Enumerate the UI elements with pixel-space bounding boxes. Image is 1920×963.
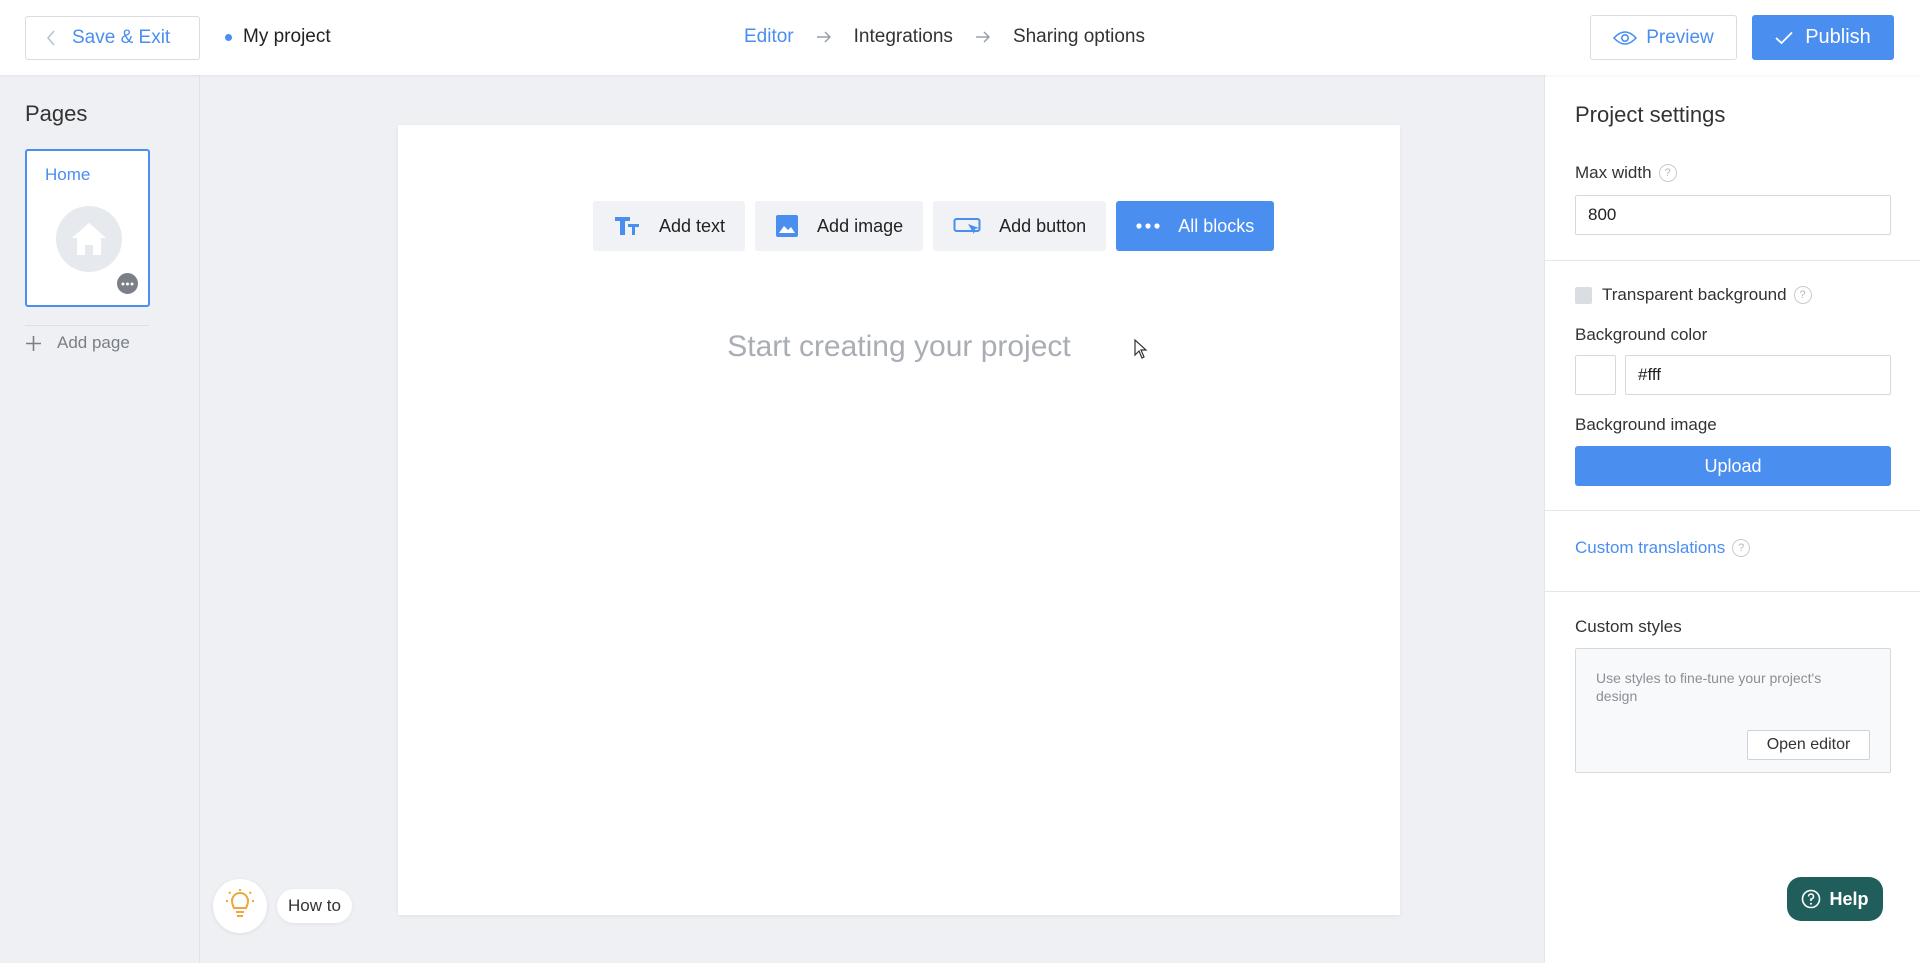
add-page-label: Add page [57, 333, 130, 352]
image-icon [776, 215, 799, 237]
check-icon [1775, 31, 1793, 44]
home-icon [56, 206, 122, 272]
mouse-cursor-icon [1134, 339, 1148, 359]
page-label: Home [45, 165, 91, 184]
panel-divider [1545, 510, 1920, 511]
add-text-button[interactable]: Add text [593, 201, 746, 251]
custom-styles-box: Use styles to fine-tune your project's d… [1575, 648, 1891, 773]
upload-button[interactable]: Upload [1575, 446, 1891, 486]
chevron-left-icon [46, 30, 55, 46]
max-width-label-text: Max width [1575, 163, 1652, 182]
pages-title: Pages [25, 101, 88, 126]
background-color-label: Background color [1575, 325, 1708, 344]
panel-divider [1545, 591, 1920, 592]
all-blocks-label: All blocks [1178, 215, 1255, 236]
editor-canvas[interactable]: Add text Add image Add button All blocks… [398, 125, 1400, 915]
lightbulb-icon[interactable] [213, 879, 267, 933]
custom-translations-link[interactable]: Custom translations [1575, 538, 1725, 558]
help-label: Help [1829, 888, 1869, 909]
help-button[interactable]: Help [1787, 877, 1883, 921]
background-color-input[interactable]: #fff [1625, 355, 1891, 395]
transparent-background-row[interactable]: Transparent background ? [1575, 285, 1812, 305]
publish-label: Publish [1805, 26, 1871, 48]
save-exit-label: Save & Exit [72, 27, 171, 48]
project-name[interactable]: My project [225, 26, 331, 48]
panel-divider [1545, 260, 1920, 261]
question-circle-icon [1802, 889, 1821, 909]
add-text-label: Add text [659, 215, 726, 236]
step-sharing-options[interactable]: Sharing options [1013, 26, 1145, 48]
eye-icon [1613, 30, 1638, 45]
pages-sidebar: Pages Home Add page [0, 75, 200, 963]
step-integrations[interactable]: Integrations [854, 26, 953, 48]
help-icon[interactable]: ? [1793, 286, 1812, 304]
open-editor-button[interactable]: Open editor [1747, 730, 1870, 760]
preview-button[interactable]: Preview [1590, 15, 1737, 60]
status-dot [225, 33, 232, 41]
top-bar: Save & Exit My project Editor Integratio… [0, 0, 1920, 75]
transparent-background-label: Transparent background [1602, 285, 1787, 304]
help-icon[interactable]: ? [1658, 164, 1677, 182]
preview-label: Preview [1646, 26, 1714, 48]
step-editor[interactable]: Editor [744, 26, 794, 48]
how-to-label[interactable]: How to [277, 889, 352, 923]
max-width-label: Max width ? [1575, 163, 1677, 183]
custom-styles-description: Use styles to fine-tune your project's d… [1596, 670, 1822, 704]
add-button-button[interactable]: Add button [933, 201, 1107, 251]
text-icon [615, 217, 639, 235]
sidebar-divider [25, 325, 149, 326]
canvas-placeholder: Start creating your project [727, 330, 1071, 363]
add-button-label: Add button [999, 215, 1087, 236]
add-page-button[interactable]: Add page [25, 333, 130, 353]
page-thumbnail-home[interactable]: Home [25, 149, 150, 307]
step-navigation: Editor Integrations Sharing options [744, 26, 1145, 48]
block-toolbar: Add text Add image Add button All blocks [593, 201, 1275, 251]
save-exit-button[interactable]: Save & Exit [25, 16, 200, 60]
page-options-icon[interactable] [115, 271, 140, 296]
more-icon [1136, 223, 1160, 229]
how-to-widget[interactable]: How to [213, 879, 352, 933]
all-blocks-button[interactable]: All blocks [1116, 201, 1275, 251]
transparent-background-checkbox[interactable] [1575, 286, 1592, 304]
button-icon [953, 218, 981, 234]
arrow-right-icon [816, 31, 832, 43]
help-icon[interactable]: ? [1732, 539, 1751, 557]
arrow-right-icon [975, 31, 991, 43]
background-image-label: Background image [1575, 415, 1717, 434]
project-name-label: My project [243, 26, 331, 47]
custom-styles-label: Custom styles [1575, 617, 1682, 636]
add-image-label: Add image [817, 215, 904, 236]
plus-icon [26, 335, 41, 351]
publish-button[interactable]: Publish [1752, 15, 1894, 60]
settings-title: Project settings [1575, 102, 1726, 127]
max-width-input[interactable]: 800 [1575, 195, 1891, 235]
background-color-swatch[interactable] [1575, 355, 1616, 395]
project-settings-panel: Project settings Max width ? 800 Transpa… [1544, 75, 1920, 963]
custom-translations-row[interactable]: Custom translations ? [1575, 538, 1751, 558]
add-image-button[interactable]: Add image [755, 201, 924, 251]
